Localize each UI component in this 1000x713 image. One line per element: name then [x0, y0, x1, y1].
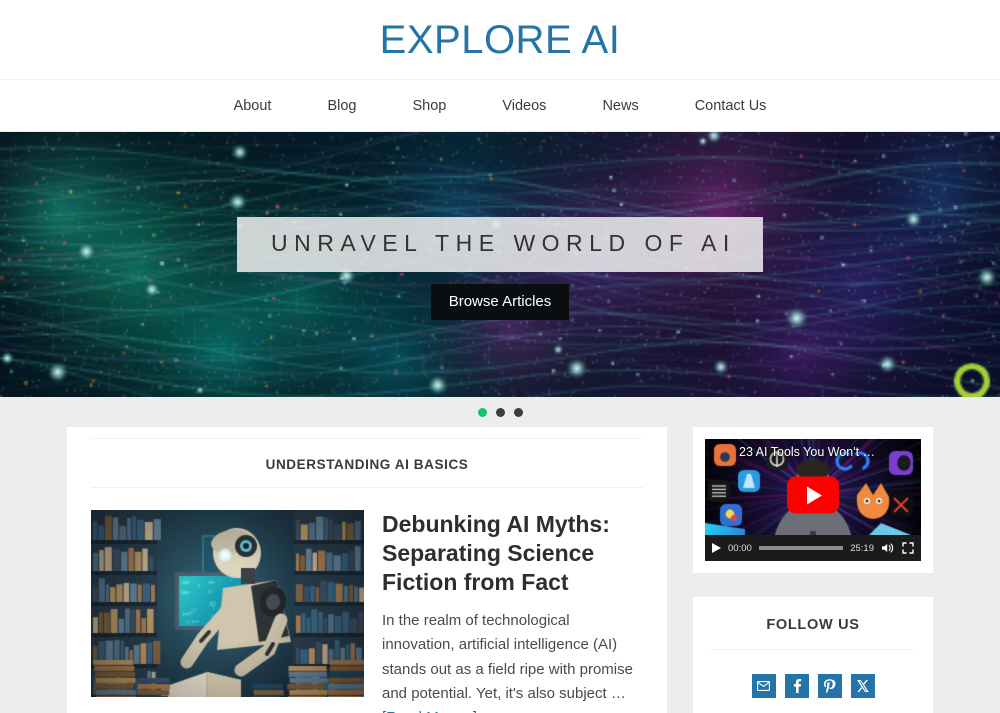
- articles-card: UNDERSTANDING AI BASICS Debunking AI Myt…: [67, 427, 667, 713]
- youtube-player[interactable]: 23 AI Tools You Won't … 00:00 25:19: [705, 439, 921, 561]
- x-twitter-icon[interactable]: [850, 674, 875, 698]
- section-heading: UNDERSTANDING AI BASICS: [91, 438, 643, 488]
- carousel-dot-3[interactable]: [513, 407, 523, 417]
- follow-us-widget: FOLLOW US: [693, 597, 933, 713]
- article-body: Debunking AI Myths: Separating Science F…: [382, 510, 643, 713]
- pinterest-icon[interactable]: [817, 674, 842, 698]
- hero-banner: UNRAVEL THE WORLD OF AI Browse Articles: [0, 132, 1000, 397]
- hero-headline: UNRAVEL THE WORLD OF AI: [271, 230, 736, 256]
- video-controls: 00:00 25:19: [705, 535, 921, 561]
- video-widget: 23 AI Tools You Won't … 00:00 25:19: [693, 427, 933, 573]
- follow-us-heading: FOLLOW US: [711, 597, 915, 650]
- video-current-time: 00:00: [728, 542, 752, 554]
- content-column: UNDERSTANDING AI BASICS Debunking AI Myt…: [67, 427, 667, 713]
- email-icon[interactable]: [751, 674, 776, 698]
- facebook-icon[interactable]: [784, 674, 809, 698]
- nav-item-news[interactable]: News: [574, 98, 666, 114]
- article-title[interactable]: Debunking AI Myths: Separating Science F…: [382, 510, 643, 597]
- hero-headline-box: UNRAVEL THE WORLD OF AI: [237, 217, 763, 272]
- play-icon[interactable]: [712, 543, 721, 553]
- article-excerpt: In the realm of technological innovation…: [382, 609, 643, 713]
- nav-item-blog[interactable]: Blog: [299, 98, 384, 114]
- youtube-play-icon[interactable]: [787, 476, 839, 514]
- nav-item-about[interactable]: About: [206, 98, 300, 114]
- nav-item-contact-us[interactable]: Contact Us: [667, 98, 795, 114]
- article-item: Debunking AI Myths: Separating Science F…: [67, 488, 667, 713]
- article-thumbnail[interactable]: [91, 510, 364, 697]
- video-progress-bar[interactable]: [758, 546, 844, 550]
- social-links: [693, 650, 933, 698]
- robot-library-image: [91, 510, 364, 697]
- fullscreen-icon[interactable]: [902, 542, 914, 554]
- read-more-link[interactable]: [Read More...]: [382, 709, 477, 713]
- hero-content: UNRAVEL THE WORLD OF AI Browse Articles: [0, 132, 1000, 397]
- nav-item-videos[interactable]: Videos: [474, 98, 574, 114]
- site-title[interactable]: EXPLORE AI: [380, 20, 621, 60]
- site-header: EXPLORE AI: [0, 0, 1000, 80]
- page-body: UNDERSTANDING AI BASICS Debunking AI Myt…: [0, 427, 1000, 713]
- carousel-dots: [0, 397, 1000, 427]
- sidebar: 23 AI Tools You Won't … 00:00 25:19 FOLL…: [693, 427, 933, 713]
- main-navigation: About Blog Shop Videos News Contact Us: [0, 80, 1000, 132]
- browse-articles-button[interactable]: Browse Articles: [430, 284, 570, 320]
- article-excerpt-text: In the realm of technological innovation…: [382, 611, 633, 702]
- video-duration: 25:19: [850, 542, 874, 554]
- volume-icon[interactable]: [881, 542, 895, 554]
- carousel-dot-1[interactable]: [477, 407, 487, 417]
- carousel-dot-2[interactable]: [495, 407, 505, 417]
- nav-item-shop[interactable]: Shop: [384, 98, 474, 114]
- video-title[interactable]: 23 AI Tools You Won't …: [739, 445, 875, 459]
